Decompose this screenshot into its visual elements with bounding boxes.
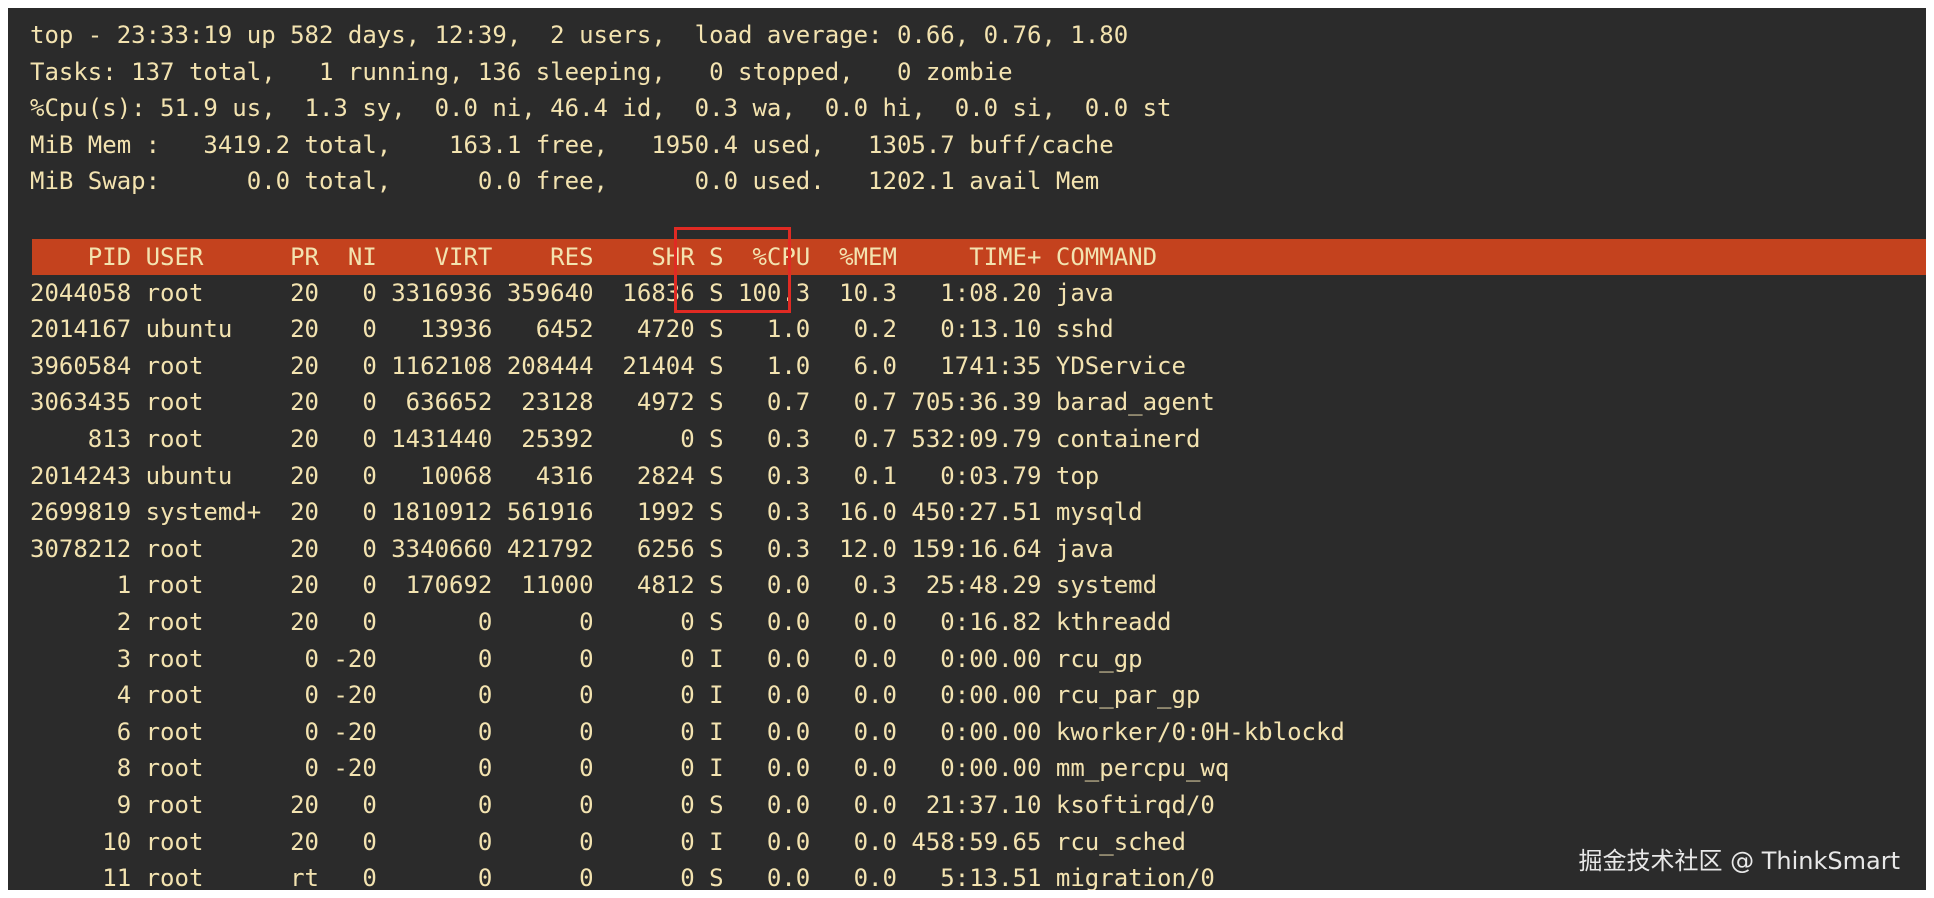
process-row: 2 root 20 0 0 0 0 S 0.0 0.0 0:16.82 kthr… (30, 608, 1172, 636)
process-table-header: PID USER PR NI VIRT RES SHR S %CPU %MEM … (32, 239, 1926, 275)
process-row: 11 root rt 0 0 0 0 S 0.0 0.0 5:13.51 mig… (30, 864, 1215, 890)
summary-uptime-line: top - 23:33:19 up 582 days, 12:39, 2 use… (30, 21, 1129, 49)
summary-cpu-line: %Cpu(s): 51.9 us, 1.3 sy, 0.0 ni, 46.4 i… (30, 94, 1172, 123)
process-row: 2014167 ubuntu 20 0 13936 6452 4720 S 1.… (30, 315, 1114, 344)
process-row: 10 root 20 0 0 0 0 I 0.0 0.0 458:59.65 r… (30, 827, 1186, 856)
process-row: 2014243 ubuntu 20 0 10068 4316 2824 S 0.… (30, 461, 1100, 490)
process-row: 3063435 root 20 0 636652 23128 4972 S 0.… (30, 388, 1215, 417)
summary-tasks-line: Tasks: 137 total, 1 running, 136 sleepin… (30, 57, 1013, 86)
cpu-column-highlight-box (674, 227, 791, 313)
process-row: 2699819 systemd+ 20 0 1810912 561916 199… (30, 498, 1143, 527)
process-row: 3960584 root 20 0 1162108 208444 21404 S… (30, 351, 1186, 380)
terminal-window: top - 23:33:19 up 582 days, 12:39, 2 use… (8, 8, 1926, 890)
watermark: 掘金技术社区 @ ThinkSmart (1578, 847, 1900, 875)
process-table-header-text: PID USER PR NI VIRT RES SHR S %CPU %MEM … (30, 243, 1158, 271)
summary-swap-line: MiB Swap: 0.0 total, 0.0 free, 0.0 used.… (30, 167, 1100, 196)
summary-mem-line: MiB Mem : 3419.2 total, 163.1 free, 1950… (30, 130, 1114, 159)
process-row: 3078212 root 20 0 3340660 421792 6256 S … (30, 534, 1114, 563)
process-row: 8 root 0 -20 0 0 0 I 0.0 0.0 0:00.00 mm_… (30, 754, 1230, 783)
process-row: 6 root 0 -20 0 0 0 I 0.0 0.0 0:00.00 kwo… (30, 717, 1345, 746)
process-row: 9 root 20 0 0 0 0 S 0.0 0.0 21:37.10 kso… (30, 791, 1215, 819)
process-row: 813 root 20 0 1431440 25392 0 S 0.3 0.7 … (30, 425, 1201, 453)
process-row: 3 root 0 -20 0 0 0 I 0.0 0.0 0:00.00 rcu… (30, 644, 1143, 673)
process-row: 4 root 0 -20 0 0 0 I 0.0 0.0 0:00.00 rcu… (30, 681, 1201, 710)
process-row: 1 root 20 0 170692 11000 4812 S 0.0 0.3 … (30, 571, 1158, 600)
process-row: 2044058 root 20 0 3316936 359640 16836 S… (30, 278, 1114, 307)
